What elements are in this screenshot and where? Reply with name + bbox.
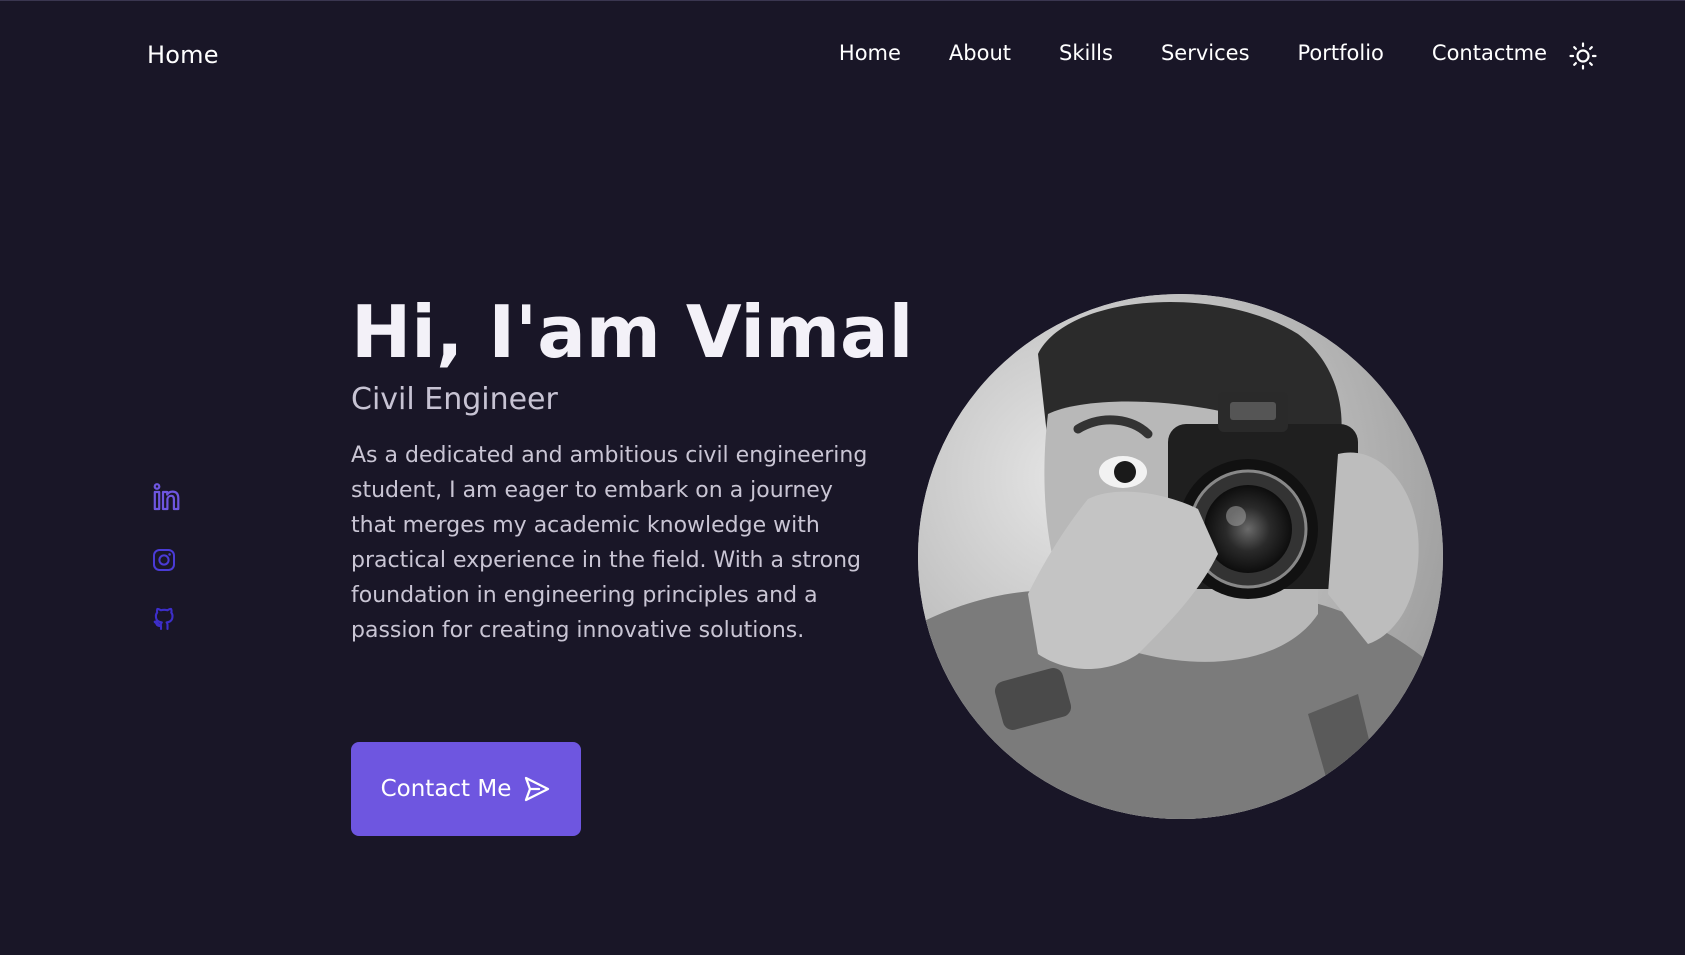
github-link[interactable] <box>152 606 186 638</box>
nav-home[interactable]: Home <box>839 41 901 65</box>
sun-icon <box>1569 42 1597 70</box>
nav-services[interactable]: Services <box>1161 41 1250 65</box>
main-nav: Home About Skills Services Portfolio Con… <box>839 41 1547 65</box>
hero-description: As a dedicated and ambitious civil engin… <box>351 443 868 643</box>
hero-subtitle: Civil Engineer <box>351 382 558 417</box>
instagram-link[interactable] <box>152 548 186 580</box>
hero-title: Hi, I'am Vimal <box>351 290 914 374</box>
header: Home Home About Skills Services Portfoli… <box>0 0 1685 110</box>
send-icon <box>525 776 550 802</box>
instagram-icon <box>153 549 175 571</box>
nav-contactme[interactable]: Contactme <box>1432 41 1547 65</box>
nav-portfolio[interactable]: Portfolio <box>1298 41 1384 65</box>
linkedin-icon <box>153 483 180 511</box>
hero-section: Hi, I'am Vimal Civil Engineer As a dedic… <box>351 282 914 648</box>
page: Home Home About Skills Services Portfoli… <box>0 0 1685 955</box>
logo-home-link[interactable]: Home <box>147 41 219 69</box>
contact-me-button[interactable]: Contact Me <box>351 742 581 836</box>
nav-about[interactable]: About <box>949 41 1011 65</box>
nav-skills[interactable]: Skills <box>1059 41 1113 65</box>
profile-photo <box>918 294 1443 819</box>
contact-me-label: Contact Me <box>380 776 512 802</box>
linkedin-link[interactable] <box>152 482 186 514</box>
theme-toggle-button[interactable] <box>1568 41 1598 71</box>
github-icon <box>153 607 174 631</box>
